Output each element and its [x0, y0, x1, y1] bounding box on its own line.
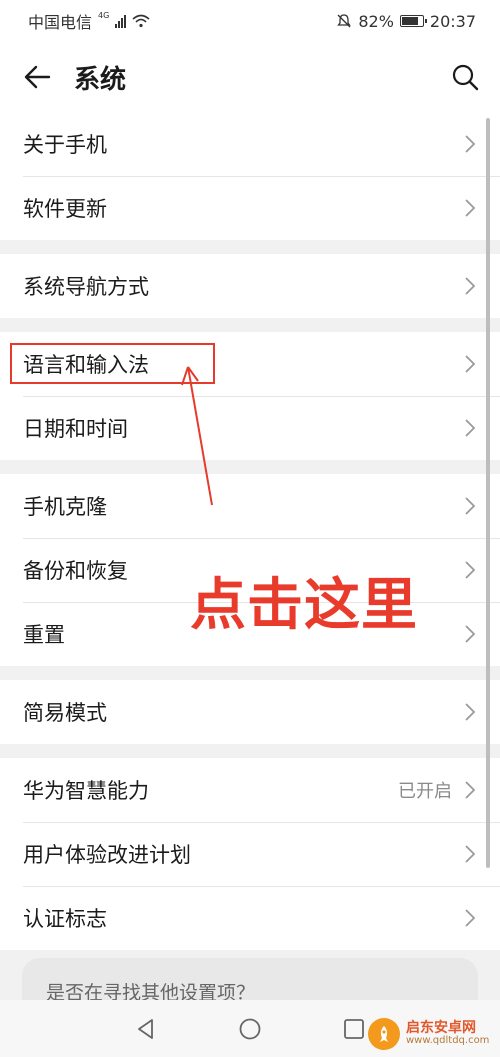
- status-bar: 中国电信 4G 82% 20:37: [0, 0, 500, 42]
- group-divider: [0, 318, 500, 332]
- square-recent-icon[interactable]: [342, 1017, 366, 1041]
- setting-huawei-ai[interactable]: 华为智慧能力 已开启: [0, 758, 500, 822]
- chevron-right-icon: [465, 419, 476, 437]
- search-icon[interactable]: [450, 62, 480, 92]
- annotation-text: 点击这里: [190, 573, 418, 638]
- chevron-right-icon: [465, 277, 476, 295]
- watermark-logo-icon: [368, 1018, 400, 1050]
- setting-about-phone[interactable]: 关于手机: [0, 112, 500, 176]
- mute-bell-icon: [337, 14, 352, 28]
- settings-group-6: 华为智慧能力 已开启 用户体验改进计划 认证标志: [0, 758, 500, 950]
- battery-fill: [401, 17, 419, 25]
- setting-label: 华为智慧能力: [23, 779, 149, 803]
- wifi-icon: [132, 14, 150, 28]
- watermark-text: 启东安卓网 www.qdltdq.com: [406, 1021, 489, 1046]
- chevron-right-icon: [465, 497, 476, 515]
- watermark-name: 启东安卓网: [406, 1020, 476, 1037]
- battery-percent: 82%: [358, 11, 394, 31]
- setting-label: 软件更新: [23, 197, 107, 221]
- setting-label: 系统导航方式: [23, 275, 149, 299]
- setting-date-time[interactable]: 日期和时间: [0, 396, 500, 460]
- setting-label: 手机克隆: [23, 495, 107, 519]
- chevron-right-icon: [465, 135, 476, 153]
- triangle-back-icon[interactable]: [134, 1017, 158, 1041]
- app-header: 系统: [0, 42, 500, 112]
- setting-certification[interactable]: 认证标志: [0, 886, 500, 950]
- battery-icon: [399, 15, 427, 27]
- chevron-right-icon: [465, 703, 476, 721]
- chevron-right-icon: [465, 909, 476, 927]
- settings-group-1: 关于手机 软件更新: [0, 112, 500, 240]
- scrollbar[interactable]: [486, 118, 490, 868]
- setting-user-experience[interactable]: 用户体验改进计划: [0, 822, 500, 886]
- setting-label: 用户体验改进计划: [23, 843, 191, 867]
- group-divider: [0, 666, 500, 680]
- chevron-right-icon: [465, 781, 476, 799]
- setting-phone-clone[interactable]: 手机克隆: [0, 474, 500, 538]
- chevron-right-icon: [465, 625, 476, 643]
- settings-group-5: 简易模式: [0, 680, 500, 744]
- group-divider: [0, 240, 500, 254]
- setting-navigation-mode[interactable]: 系统导航方式: [0, 254, 500, 318]
- watermark-url: www.qdltdq.com: [406, 1035, 490, 1047]
- carrier-label: 中国电信: [28, 13, 93, 32]
- chevron-right-icon: [465, 355, 476, 373]
- chevron-right-icon: [465, 199, 476, 217]
- setting-label: 关于手机: [23, 133, 107, 157]
- setting-software-update[interactable]: 软件更新: [0, 176, 500, 240]
- settings-group-2: 系统导航方式: [0, 254, 500, 318]
- group-divider: [0, 460, 500, 474]
- watermark: 启东安卓网 www.qdltdq.com: [368, 1018, 489, 1050]
- circle-home-icon[interactable]: [238, 1017, 262, 1041]
- annotation-arrow-icon: [181, 366, 213, 506]
- page-title: 系统: [74, 64, 127, 95]
- setting-label: 简易模式: [23, 701, 107, 725]
- network-type: 4G: [98, 10, 110, 20]
- arrow-left-icon[interactable]: [22, 62, 52, 92]
- status-left: 中国电信 4G: [28, 9, 150, 33]
- signal-icon: [115, 14, 127, 28]
- chevron-right-icon: [465, 845, 476, 863]
- setting-simple-mode[interactable]: 简易模式: [0, 680, 500, 744]
- settings-list: 关于手机 软件更新 系统导航方式 语言和输入法 日期和时间 手机克隆 备份和恢复…: [0, 112, 500, 950]
- status-right: 82% 20:37: [336, 12, 476, 31]
- setting-label: 认证标志: [23, 907, 107, 931]
- group-divider: [0, 744, 500, 758]
- rocket-icon: [380, 1026, 388, 1042]
- clock: 20:37: [429, 11, 476, 31]
- setting-label: 日期和时间: [23, 417, 128, 441]
- setting-status-value: 已开启: [398, 781, 452, 802]
- chevron-right-icon: [465, 561, 476, 579]
